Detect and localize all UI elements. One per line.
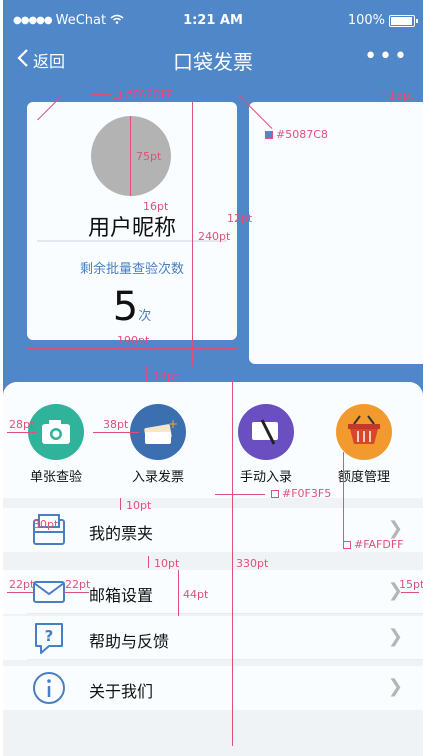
menu-item-label: 帮助与反馈	[89, 632, 170, 651]
annotation-measure: 240pt	[198, 230, 231, 243]
battery-icon	[389, 14, 418, 27]
quick-action-invoice-entry[interactable]: + 入录发票	[113, 404, 203, 485]
quick-action-single-check[interactable]: 单张查验	[11, 404, 101, 485]
annotation-line	[192, 102, 193, 366]
remaining-checks-count: 5次	[27, 284, 237, 330]
annotation-measure: 330pt	[236, 557, 269, 570]
svg-text:?: ?	[45, 627, 54, 645]
annotation-line	[343, 452, 344, 542]
menu-item-about-us[interactable]: 关于我们 ❯	[3, 666, 423, 710]
color-swatch-icon	[271, 490, 279, 498]
annotation-text: #5087C8	[276, 128, 328, 141]
annotation-card-color: #FAFDFF	[113, 88, 174, 101]
annotation-text: #FAFDFF	[354, 538, 404, 551]
next-card-preview[interactable]	[249, 102, 423, 364]
annotation-measure: 30pt	[33, 518, 59, 531]
remaining-checks-label: 剩余批量查验次数	[79, 262, 184, 277]
annotation-line	[7, 592, 33, 593]
app-screen: ●●●●● WeChat 1:21 AM 100% 返回 口袋发票 ••• 用户…	[3, 0, 423, 756]
color-swatch-icon	[113, 91, 121, 99]
menu-item-label: 我的票夹	[89, 524, 154, 543]
function-panel: 单张查验 + 入录发票 手动入录 额度管理 我的票夹 ❯ 邮箱设置 ❯ ? 帮助…	[3, 382, 423, 756]
chevron-right-icon: ❯	[387, 676, 403, 697]
mail-icon	[31, 574, 67, 610]
svg-text:+: +	[168, 417, 178, 431]
manual-entry-icon	[238, 404, 294, 460]
remaining-count-unit: 次	[138, 309, 152, 324]
remaining-count-value: 5	[112, 284, 139, 330]
color-swatch-icon	[343, 541, 351, 549]
menu-item-label: 关于我们	[89, 682, 154, 701]
annotation-measure: 14pt	[153, 370, 179, 383]
help-icon: ?	[31, 620, 67, 656]
quick-action-label: 入录发票	[131, 470, 184, 485]
profile-card[interactable]: 用户昵称 剩余批量查验次数 5次	[27, 102, 237, 340]
annotation-line	[91, 94, 111, 95]
annotation-line	[401, 592, 419, 593]
annotation-measure: 44pt	[183, 588, 209, 601]
annotation-line	[148, 556, 149, 568]
annotation-line	[130, 116, 131, 196]
info-icon	[31, 670, 67, 706]
more-menu-button[interactable]: •••	[364, 44, 409, 69]
battery-percent: 100%	[347, 13, 385, 28]
status-bar: ●●●●● WeChat 1:21 AM 100%	[3, 0, 423, 38]
annotation-measure: 190pt	[117, 334, 150, 347]
annotation-measure: 15pt	[399, 578, 423, 591]
quick-actions: 单张查验 + 入录发票 手动入录 额度管理	[3, 382, 423, 498]
annotation-text: #F0F3F5	[282, 487, 332, 500]
color-swatch-icon	[265, 131, 273, 139]
basket-icon	[336, 404, 392, 460]
menu-item-label: 邮箱设置	[89, 586, 154, 605]
quick-action-label: 手动入录	[239, 470, 292, 485]
annotation-line	[65, 592, 89, 593]
annotation-nav-color: #5087C8	[265, 128, 328, 141]
annotation-measure: 15pt	[389, 89, 415, 102]
annotation-line	[93, 432, 139, 433]
annotation-line	[146, 366, 147, 382]
quick-action-manual-entry[interactable]: 手动入录	[221, 404, 311, 485]
annotation-row-color: #FAFDFF	[343, 538, 404, 551]
chevron-right-icon: ❯	[387, 626, 403, 647]
annotation-line	[7, 432, 37, 433]
annotation-text: #FAFDFF	[124, 88, 174, 101]
annotation-measure: 22pt	[65, 578, 91, 591]
annotation-measure: 10pt	[126, 499, 152, 512]
chevron-right-icon: ❯	[387, 518, 403, 539]
annotation-measure: 22pt	[9, 578, 35, 591]
annotation-line	[381, 86, 382, 102]
annotation-measure: 75pt	[136, 150, 162, 163]
annotation-measure: 12pt	[227, 212, 253, 225]
battery-status: 100%	[347, 13, 418, 28]
annotation-line	[27, 348, 237, 349]
quick-action-quota-management[interactable]: 额度管理	[319, 404, 409, 485]
annotation-measure: 28pt	[9, 418, 35, 431]
annotation-measure: 38pt	[103, 418, 129, 431]
annotation-line	[232, 380, 233, 746]
navigation-bar: 返回 口袋发票 •••	[3, 38, 423, 82]
quick-action-label: 额度管理	[337, 470, 390, 485]
quick-action-label: 单张查验	[29, 470, 82, 485]
annotation-measure: 16pt	[143, 200, 169, 213]
annotation-panel-color: #F0F3F5	[271, 487, 331, 500]
annotation-line	[120, 498, 121, 510]
annotation-line	[178, 570, 179, 616]
annotation-line	[215, 494, 265, 495]
menu-item-help-feedback[interactable]: ? 帮助与反馈 ❯	[3, 616, 423, 660]
annotation-measure: 10pt	[154, 557, 180, 570]
page-title: 口袋发票	[173, 50, 253, 74]
